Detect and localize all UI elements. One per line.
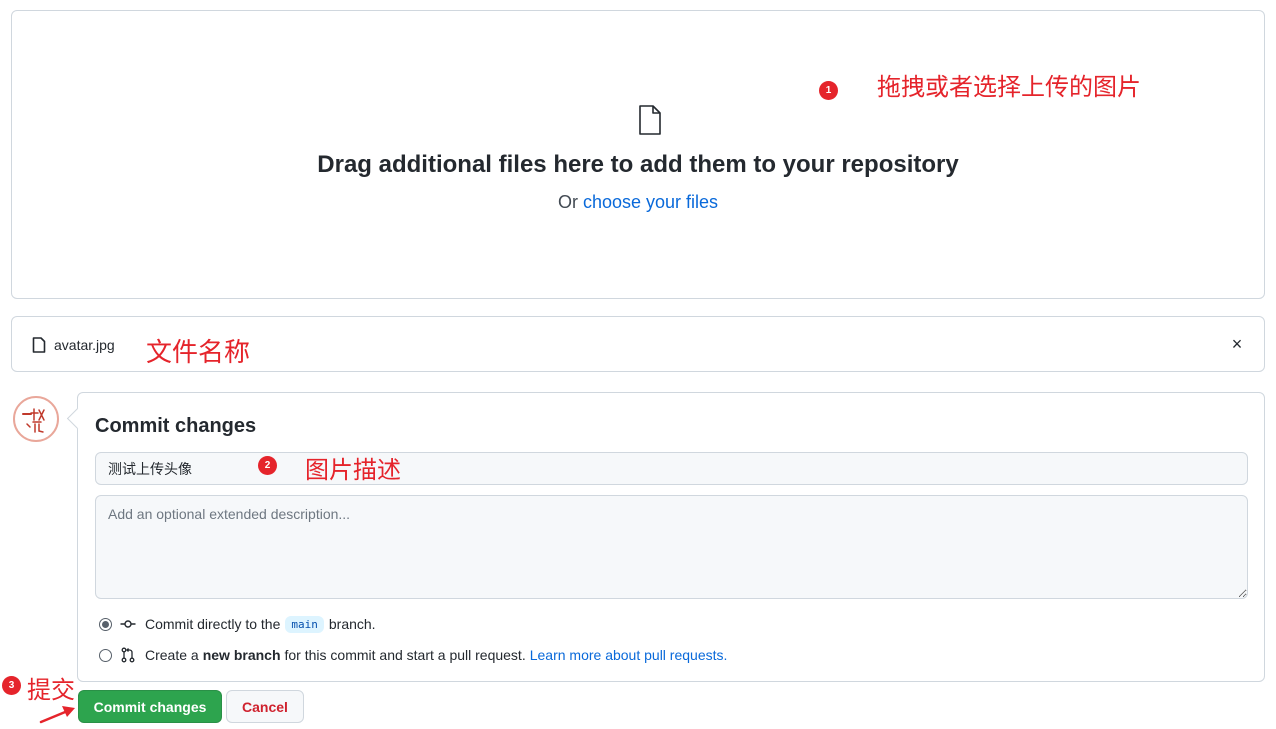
file-icon: [639, 105, 661, 135]
option-commit-direct[interactable]: Commit directly to the main branch.: [99, 614, 376, 634]
git-pull-request-icon: [121, 647, 135, 663]
annotation-filename: 文件名称: [146, 338, 251, 368]
avatar-logo-icon: [22, 408, 45, 433]
annotation-badge-3: 3: [2, 676, 21, 695]
commit-form: Commit changes Commit directly to the ma…: [77, 392, 1265, 682]
file-name: avatar.jpg: [54, 337, 115, 353]
dropzone-subtitle: Or choose your files: [12, 192, 1264, 213]
radio-new-branch[interactable]: [99, 648, 112, 662]
branch-name: main: [285, 615, 324, 633]
commit-description-input[interactable]: [95, 495, 1248, 599]
option-direct-suffix: branch.: [328, 616, 376, 632]
file-icon: [32, 337, 46, 353]
file-dropzone[interactable]: Drag additional files here to add them t…: [11, 10, 1265, 299]
radio-commit-direct[interactable]: [99, 617, 112, 631]
option-new-prefix: Create a: [145, 647, 199, 663]
learn-more-pull-requests-link[interactable]: Learn more about pull requests.: [530, 647, 728, 663]
annotation-text-2: 图片描述: [305, 456, 401, 484]
choose-files-link[interactable]: choose your files: [583, 192, 718, 212]
annotation-badge-2: 2: [258, 456, 277, 475]
annotation-badge-1: 1: [819, 81, 838, 100]
git-commit-icon: [120, 620, 136, 628]
option-new-suffix: for this commit and start a pull request…: [284, 647, 526, 663]
remove-file-button[interactable]: ×: [1228, 333, 1246, 355]
option-direct-prefix: Commit directly to the: [145, 616, 281, 632]
option-new-branch[interactable]: Create a new branch for this commit and …: [99, 645, 727, 665]
cancel-button[interactable]: Cancel: [226, 690, 304, 723]
annotation-text-1: 拖拽或者选择上传的图片: [877, 73, 1141, 101]
avatar: [13, 396, 59, 442]
dropzone-or-text: Or: [557, 192, 578, 212]
commit-title: Commit changes: [95, 415, 257, 437]
commit-changes-button[interactable]: Commit changes: [78, 690, 222, 723]
option-new-bold: new branch: [202, 647, 281, 663]
dropzone-title: Drag additional files here to add them t…: [317, 151, 959, 178]
annotation-arrow-icon: [39, 706, 75, 724]
annotation-text-3: 提交: [27, 676, 75, 704]
